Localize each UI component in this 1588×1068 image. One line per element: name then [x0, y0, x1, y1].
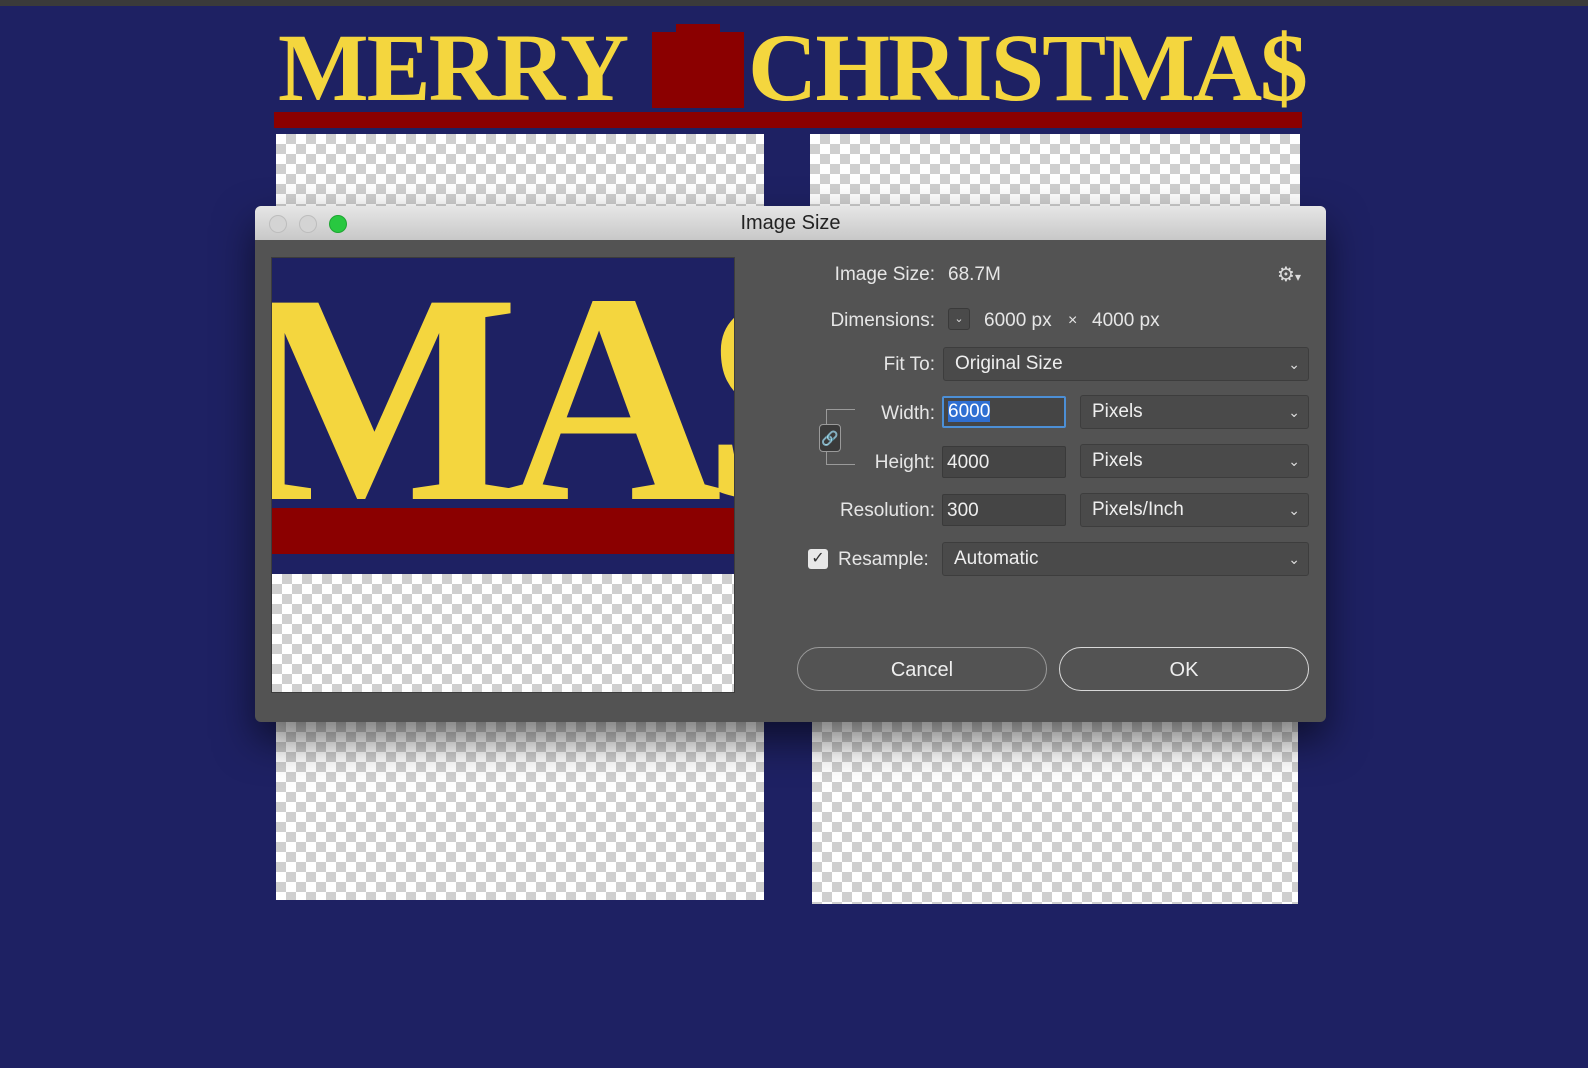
transparent-panel-bottom-left — [276, 712, 764, 900]
app-top-bar — [0, 0, 1588, 6]
link-icon[interactable]: 🔗 — [819, 424, 841, 452]
transparent-panel-bottom-right — [812, 712, 1298, 904]
fit-to-value: Original Size — [955, 353, 1063, 374]
resolution-label: Resolution: — [839, 500, 935, 521]
width-input[interactable]: 6000 — [942, 396, 1066, 428]
resample-select[interactable]: Automatic ⌄ — [942, 542, 1309, 576]
resolution-value: 300 — [947, 500, 979, 521]
resample-checkbox[interactable]: ✓ — [808, 549, 828, 569]
dialog-titlebar[interactable]: Image Size — [255, 206, 1326, 240]
image-size-dialog: Image Size MA$ Image Size: 68.7M ⚙▾ Dime… — [255, 206, 1326, 722]
headline-christmas: CHRISTMA$ — [748, 14, 1308, 121]
preview-letters: MA$ — [272, 257, 734, 564]
resample-value: Automatic — [954, 548, 1039, 569]
chevron-down-icon[interactable]: ⌄ — [948, 308, 970, 330]
height-value: 4000 — [947, 452, 990, 473]
resolution-unit-value: Pixels/Inch — [1092, 499, 1184, 520]
width-value: 6000 — [948, 401, 991, 422]
chevron-down-icon: ⌄ — [1288, 453, 1300, 469]
fit-to-label: Fit To: — [883, 354, 935, 375]
chevron-down-icon: ⌄ — [1288, 356, 1300, 372]
resolution-input[interactable]: 300 — [942, 494, 1066, 526]
chevron-down-icon: ⌄ — [1288, 502, 1300, 518]
gear-icon[interactable]: ⚙▾ — [1277, 262, 1301, 287]
height-label: Height: — [874, 452, 935, 473]
width-unit-select[interactable]: Pixels ⌄ — [1080, 395, 1309, 429]
chevron-down-icon: ⌄ — [1288, 404, 1300, 420]
dimensions-label: Dimensions: — [830, 310, 935, 331]
gift-box-graphic — [652, 24, 744, 108]
fit-to-select[interactable]: Original Size ⌄ — [943, 347, 1309, 381]
headline-merry: MERRY — [278, 14, 629, 121]
image-preview[interactable]: MA$ — [271, 257, 735, 693]
resample-label: Resample: — [838, 549, 929, 570]
height-unit-select[interactable]: Pixels ⌄ — [1080, 444, 1309, 478]
preview-transparent-area — [272, 574, 734, 692]
resolution-unit-select[interactable]: Pixels/Inch ⌄ — [1080, 493, 1309, 527]
dimensions-separator: × — [1068, 312, 1078, 329]
dimensions-width-value: 6000 px — [984, 310, 1052, 331]
height-unit-value: Pixels — [1092, 450, 1143, 471]
image-size-value: 68.7M — [948, 264, 1001, 285]
preview-red-stripe — [272, 508, 734, 554]
ok-button[interactable]: OK — [1059, 647, 1309, 691]
dialog-title: Image Size — [740, 212, 841, 234]
canvas-red-stripe — [274, 112, 1302, 128]
width-label: Width: — [881, 403, 935, 424]
cancel-button[interactable]: Cancel — [797, 647, 1047, 691]
height-input[interactable]: 4000 — [942, 446, 1066, 478]
transparent-panel-top-left — [276, 134, 764, 214]
chevron-down-icon: ⌄ — [1288, 551, 1300, 567]
width-unit-value: Pixels — [1092, 401, 1143, 422]
dimensions-height-value: 4000 px — [1092, 310, 1160, 331]
transparent-panel-top-right — [810, 134, 1300, 214]
image-size-label: Image Size: — [834, 264, 935, 285]
